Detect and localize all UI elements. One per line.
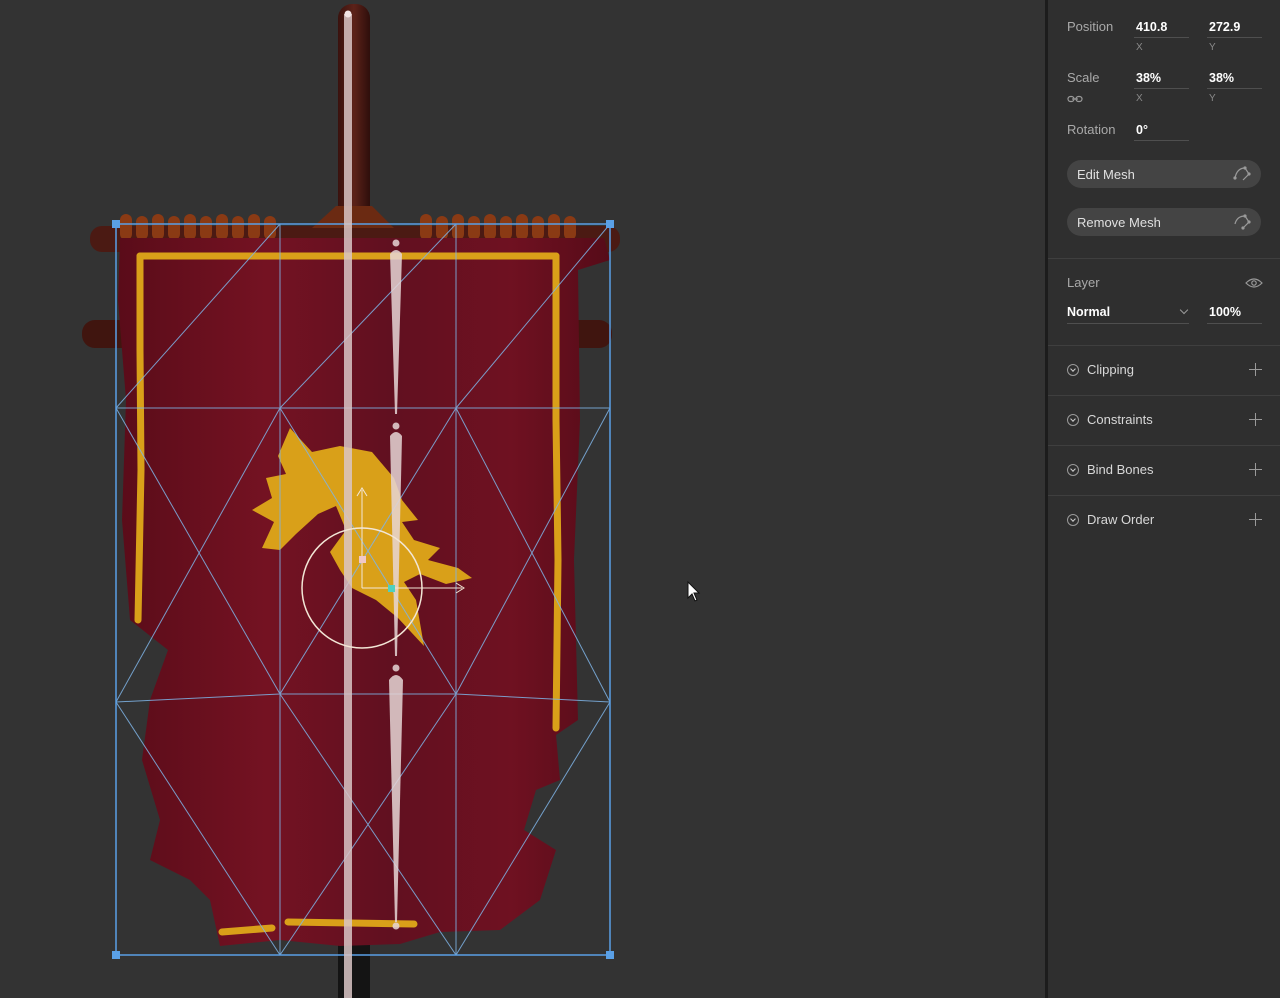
rotation-label: Rotation: [1067, 122, 1116, 137]
scale-label: Scale: [1067, 70, 1100, 85]
rotation-field[interactable]: 0°: [1136, 123, 1148, 137]
scale-x-axis-label: X: [1136, 93, 1143, 104]
blend-mode-value: Normal: [1067, 305, 1111, 319]
add-draw-order-icon[interactable]: [1247, 511, 1263, 527]
position-x-underline: [1134, 37, 1189, 38]
remove-mesh-button[interactable]: Remove Mesh: [1067, 208, 1261, 236]
section-divider: [1048, 258, 1280, 259]
resize-handle-bottom-left[interactable]: [112, 951, 120, 959]
chevron-down-icon: [1067, 514, 1079, 526]
section-divider: [1048, 495, 1280, 496]
resize-handle-top-left[interactable]: [112, 220, 120, 228]
section-divider: [1048, 345, 1280, 346]
section-constraints[interactable]: Constraints: [1067, 411, 1263, 431]
section-constraints-label: Constraints: [1087, 412, 1153, 427]
resize-handle-top-right[interactable]: [606, 220, 614, 228]
section-bind-bones-label: Bind Bones: [1087, 462, 1154, 477]
stage-canvas[interactable]: [0, 0, 1045, 998]
chevron-down-icon: [1067, 414, 1079, 426]
position-label: Position: [1067, 19, 1114, 34]
blend-mode-underline: [1067, 323, 1189, 324]
edit-mesh-button[interactable]: Edit Mesh: [1067, 160, 1261, 188]
remove-mesh-label: Remove Mesh: [1077, 215, 1161, 230]
edit-mesh-label: Edit Mesh: [1077, 167, 1135, 182]
chevron-down-icon: [1067, 464, 1079, 476]
mesh-icon: [1231, 212, 1253, 232]
scale-y-axis-label: Y: [1209, 93, 1216, 104]
mesh-icon: [1231, 164, 1253, 184]
eye-icon[interactable]: [1245, 277, 1263, 289]
rotation-underline: [1134, 140, 1189, 141]
section-draw-order[interactable]: Draw Order: [1067, 511, 1263, 531]
mouse-cursor: [687, 580, 701, 602]
add-constraint-icon[interactable]: [1247, 411, 1263, 427]
section-divider: [1048, 395, 1280, 396]
add-clipping-icon[interactable]: [1247, 361, 1263, 377]
chevron-down-icon: [1179, 305, 1189, 315]
section-clipping-label: Clipping: [1087, 362, 1134, 377]
resize-handle-bottom-right[interactable]: [606, 951, 614, 959]
position-y-underline: [1207, 37, 1262, 38]
inspector-panel: Position 410.8 X 272.9 Y Scale 38% X 38%…: [1048, 0, 1280, 998]
link-icon[interactable]: [1067, 92, 1083, 103]
position-y-axis-label: Y: [1209, 42, 1216, 53]
add-bind-bone-icon[interactable]: [1247, 461, 1263, 477]
section-draw-order-label: Draw Order: [1087, 512, 1155, 527]
opacity-underline: [1207, 323, 1262, 324]
scale-x-field[interactable]: 38%: [1136, 71, 1161, 85]
root-bone[interactable]: [344, 10, 352, 998]
blend-mode-select[interactable]: Normal: [1067, 303, 1189, 323]
position-x-axis-label: X: [1136, 42, 1143, 53]
position-y-field[interactable]: 272.9: [1209, 20, 1240, 34]
opacity-field[interactable]: 100%: [1209, 305, 1241, 319]
scale-x-underline: [1134, 88, 1189, 89]
position-x-field[interactable]: 410.8: [1136, 20, 1167, 34]
section-divider: [1048, 445, 1280, 446]
scale-y-field[interactable]: 38%: [1209, 71, 1234, 85]
section-bind-bones[interactable]: Bind Bones: [1067, 461, 1263, 481]
chevron-down-icon: [1067, 364, 1079, 376]
layer-label: Layer: [1067, 275, 1100, 290]
scale-y-underline: [1207, 88, 1262, 89]
section-clipping[interactable]: Clipping: [1067, 361, 1263, 381]
stage-artwork: [82, 4, 701, 998]
